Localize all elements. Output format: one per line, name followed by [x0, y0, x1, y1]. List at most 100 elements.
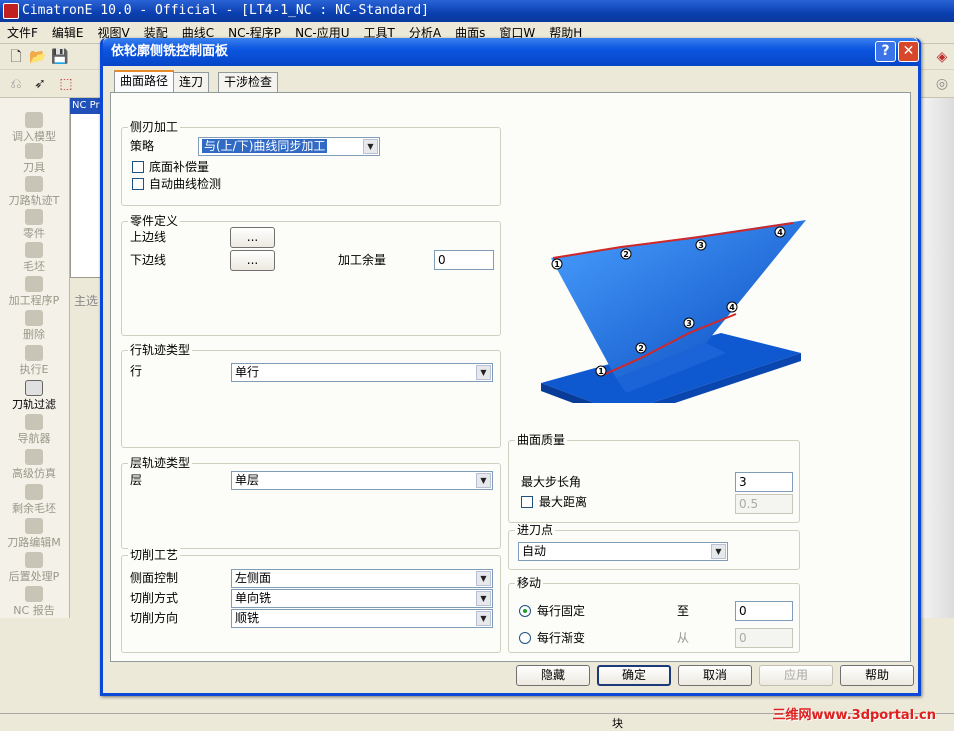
row-value: 单行	[235, 365, 260, 379]
lp-label: 后置处理P	[8, 570, 60, 583]
lp-toolpath[interactable]: 刀路轨迹T	[0, 176, 68, 207]
load-model-icon	[25, 112, 43, 128]
cut-direction-select[interactable]: 顺铣 ▼	[231, 609, 493, 628]
row-select[interactable]: 单行 ▼	[231, 363, 493, 382]
nc-process-title: NC Pr	[70, 98, 102, 114]
upper-edge-label: 上边线	[130, 230, 167, 244]
lp-label: 加工程序P	[8, 294, 60, 307]
edit-icon	[25, 518, 43, 534]
lp-label: 执行E	[19, 363, 49, 376]
strategy-label: 策略	[130, 139, 155, 153]
lp-execute[interactable]: 执行E	[0, 345, 68, 376]
from-input[interactable]: 0	[735, 628, 793, 648]
open-folder-icon[interactable]: 📂	[28, 47, 48, 67]
allowance-label: 加工余量	[338, 253, 387, 267]
apply-button[interactable]: 应用	[759, 665, 833, 686]
cut-mode-select[interactable]: 单向铣 ▼	[231, 589, 493, 608]
close-icon[interactable]: ✕	[898, 41, 919, 62]
lp-remaining-stock[interactable]: 剩余毛坯	[0, 484, 68, 515]
watermark: 三维网www.3dportal.cn	[772, 708, 936, 723]
lp-toolpath-edit[interactable]: 刀路编辑M	[0, 518, 68, 549]
preview-marker-label: 3	[686, 319, 692, 328]
auto-curve-label: 自动曲线检测	[149, 177, 222, 191]
max-distance-checkbox[interactable]	[521, 496, 533, 508]
gradual-per-row-radio[interactable]	[519, 632, 531, 644]
side-control-value: 左侧面	[235, 571, 272, 585]
entry-point-select[interactable]: 自动 ▼	[518, 542, 728, 561]
app-title: CimatronE 10.0 - Official - [LT4-1_NC : …	[22, 3, 429, 18]
lp-simulation[interactable]: 高级仿真	[0, 449, 68, 480]
app-icon	[3, 3, 19, 19]
lp-toolpath-filter[interactable]: 刀轨过滤	[0, 380, 68, 411]
side-control-select[interactable]: 左侧面 ▼	[231, 569, 493, 588]
chevron-down-icon: ▼	[476, 365, 491, 380]
hide-button[interactable]: 隐藏	[516, 665, 590, 686]
lp-navigator[interactable]: 导航器	[0, 414, 68, 445]
lp-label: 剩余毛坯	[12, 502, 56, 515]
menu-file[interactable]: 文件F	[0, 22, 45, 43]
auto-curve-checkbox[interactable]	[132, 178, 144, 190]
ok-button[interactable]: 确定	[597, 665, 671, 686]
save-icon[interactable]: 💾	[50, 47, 70, 67]
tab-surface-path[interactable]: 曲面路径	[114, 70, 175, 92]
cancel-button[interactable]: 取消	[678, 665, 752, 686]
from-label: 从	[677, 631, 690, 645]
lp-post-process[interactable]: 后置处理P	[0, 552, 68, 583]
preview-marker-label: 3	[698, 241, 704, 250]
group-label: 行轨迹类型	[128, 343, 193, 357]
max-step-input[interactable]: 3	[735, 472, 793, 492]
app-title-bar: CimatronE 10.0 - Official - [LT4-1_NC : …	[0, 0, 954, 22]
lp-part[interactable]: 零件	[0, 209, 68, 240]
cut-mode-value: 单向铣	[235, 591, 272, 605]
upper-edge-pick-button[interactable]: ...	[230, 227, 275, 248]
fixed-per-row-label: 每行固定	[537, 604, 586, 618]
help-icon[interactable]: ?	[875, 41, 896, 62]
menu-edit[interactable]: 编辑E	[45, 22, 91, 43]
group-label: 进刀点	[515, 523, 556, 537]
filter-icon	[25, 380, 43, 396]
dialog-title: 依轮廓侧铣控制面板	[111, 44, 229, 59]
tab-link[interactable]: 连刀	[173, 72, 210, 92]
remaining-stock-icon	[25, 484, 43, 500]
chevron-down-icon: ▼	[476, 611, 491, 626]
preview-marker-label: 4	[777, 228, 783, 237]
to-input[interactable]: 0	[735, 601, 793, 621]
preview-marker-label: 1	[554, 260, 560, 269]
bottom-comp-checkbox[interactable]	[132, 161, 144, 173]
lp-procedure[interactable]: 加工程序P	[0, 276, 68, 307]
new-file-icon[interactable]: 🗋	[6, 47, 26, 67]
preview-marker-label: 2	[623, 250, 629, 259]
layer-select[interactable]: 单层 ▼	[231, 471, 493, 490]
select-cursor-icon[interactable]: ➶	[30, 74, 50, 94]
lp-load-model[interactable]: 调入模型	[0, 112, 68, 143]
lp-tool[interactable]: 刀具	[0, 143, 68, 174]
part-def-group: 零件定义 上边线 ... 下边线 ... 加工余量 0	[121, 214, 501, 336]
undo-icon[interactable]: ⎌	[6, 74, 26, 94]
part-icon	[25, 209, 43, 225]
tab-interference[interactable]: 干涉检查	[218, 72, 279, 92]
lower-edge-label: 下边线	[130, 253, 167, 267]
stock-icon	[25, 242, 43, 258]
lp-stock[interactable]: 毛坯	[0, 242, 68, 273]
fixed-per-row-radio[interactable]	[519, 605, 531, 617]
group-label: 曲面质量	[515, 433, 568, 447]
view-icon[interactable]: ◎	[932, 74, 952, 94]
graphics-area[interactable]	[918, 98, 954, 618]
strategy-value: 与(上/下)曲线同步加工	[202, 139, 328, 153]
to-label: 至	[677, 604, 690, 618]
lp-delete[interactable]: 删除	[0, 310, 68, 341]
help-button[interactable]: 帮助	[840, 665, 914, 686]
lp-nc-report[interactable]: NC 报告	[0, 586, 68, 617]
max-distance-input[interactable]: 0.5	[735, 494, 793, 514]
select-box-icon[interactable]: ⬚	[56, 74, 76, 94]
allowance-input[interactable]: 0	[434, 250, 494, 270]
layer-label: 层	[130, 473, 143, 487]
navigator-icon	[25, 414, 43, 430]
layer-value: 单层	[235, 473, 260, 487]
lower-edge-pick-button[interactable]: ...	[230, 250, 275, 271]
tool-icon[interactable]: ◈	[932, 47, 952, 67]
strategy-select[interactable]: 与(上/下)曲线同步加工 ▼	[198, 137, 380, 156]
entry-point-value: 自动	[522, 544, 547, 558]
lp-label: 导航器	[17, 432, 51, 445]
cut-direction-label: 切削方向	[130, 611, 179, 625]
